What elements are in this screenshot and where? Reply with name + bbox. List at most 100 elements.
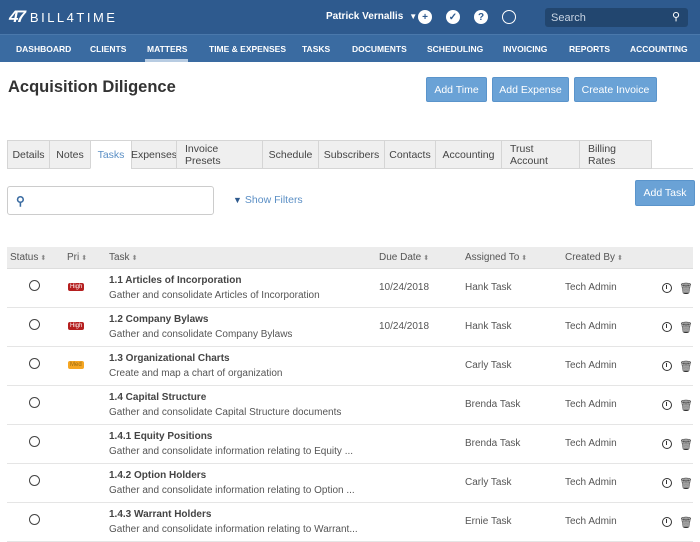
nav-invoicing[interactable]: INVOICING	[503, 44, 547, 54]
tab-billing-rates[interactable]: Billing Rates	[579, 140, 652, 169]
plus-circle-icon[interactable]: +	[418, 10, 432, 24]
user-name: Patrick Vernallis	[326, 11, 404, 22]
assigned-to: Ernie Task	[465, 516, 512, 527]
table-row[interactable]: 1.4 Capital Structure Gather and consolid…	[7, 386, 693, 425]
status-radio[interactable]	[29, 319, 40, 330]
tab-tasks[interactable]: Tasks	[90, 140, 131, 169]
trash-icon[interactable]: 🗑	[679, 516, 693, 529]
table-row[interactable]: Med 1.3 Organizational Charts Create and m…	[7, 347, 693, 386]
trash-icon[interactable]: 🗑	[679, 360, 693, 373]
task-title[interactable]: 1.1 Articles of Incorporation	[109, 275, 241, 286]
nav-scheduling[interactable]: SCHEDULING	[427, 44, 483, 54]
task-title[interactable]: 1.4.1 Equity Positions	[109, 431, 212, 442]
clock-icon[interactable]	[502, 10, 516, 24]
tab-accounting[interactable]: Accounting	[435, 140, 501, 169]
tab-trust-account[interactable]: Trust Account	[501, 140, 579, 169]
add-expense-button[interactable]: Add Expense	[492, 77, 569, 102]
log-time-icon[interactable]	[662, 283, 672, 293]
search-icon: ⚲	[16, 193, 25, 208]
tab-contacts[interactable]: Contacts	[384, 140, 435, 169]
status-radio[interactable]	[29, 280, 40, 291]
user-menu[interactable]: Patrick Vernallis ▼	[326, 11, 417, 22]
column-header-task[interactable]: Task ⬍	[109, 252, 137, 263]
nav-time-expenses[interactable]: TIME & EXPENSES	[209, 44, 286, 54]
column-header-assigned-to[interactable]: Assigned To ⬍	[465, 252, 527, 263]
log-time-icon[interactable]	[662, 517, 672, 527]
status-radio[interactable]	[29, 475, 40, 486]
task-title[interactable]: 1.2 Company Bylaws	[109, 314, 208, 325]
status-radio[interactable]	[29, 436, 40, 447]
assigned-to: Brenda Task	[465, 399, 521, 410]
add-task-button[interactable]: Add Task	[635, 180, 695, 206]
status-radio[interactable]	[29, 514, 40, 525]
help-circle-icon[interactable]: ?	[474, 10, 488, 24]
logo[interactable]: 47 BILL4TIME	[9, 7, 117, 27]
created-by: Tech Admin	[565, 477, 617, 488]
column-label: Pri	[67, 252, 80, 263]
nav-tasks[interactable]: TASKS	[302, 44, 330, 54]
table-row[interactable]: 1.4.3 Warrant Holders Gather and consolid…	[7, 503, 693, 542]
trash-icon[interactable]: 🗑	[679, 399, 693, 412]
task-description: Gather and consolidate information relat…	[109, 485, 355, 496]
global-search-input[interactable]	[551, 11, 661, 24]
task-search-input[interactable]	[30, 194, 201, 207]
created-by: Tech Admin	[565, 399, 617, 410]
tab-invoice-presets[interactable]: Invoice Presets	[176, 140, 262, 169]
nav-matters[interactable]: MATTERS	[147, 44, 187, 54]
sort-icon: ⬍	[617, 255, 623, 262]
status-radio[interactable]	[29, 358, 40, 369]
assigned-to: Carly Task	[465, 360, 512, 371]
table-row[interactable]: 1.4.2 Option Holders Gather and consolida…	[7, 464, 693, 503]
status-radio[interactable]	[29, 397, 40, 408]
trash-icon[interactable]: 🗑	[679, 477, 693, 490]
nav-dashboard[interactable]: DASHBOARD	[16, 44, 71, 54]
task-title[interactable]: 1.3 Organizational Charts	[109, 353, 230, 364]
log-time-icon[interactable]	[662, 361, 672, 371]
nav-documents[interactable]: DOCUMENTS	[352, 44, 407, 54]
column-header-created-by[interactable]: Created By ⬍	[565, 252, 623, 263]
tab-details[interactable]: Details	[7, 140, 49, 169]
priority-badge: High	[68, 322, 85, 330]
sort-icon: ⬍	[81, 255, 88, 262]
filter-icon: ▼	[233, 195, 242, 205]
task-title[interactable]: 1.4.3 Warrant Holders	[109, 509, 211, 520]
show-filters-link[interactable]: ▼ Show Filters	[233, 194, 303, 206]
column-header-due-date[interactable]: Due Date ⬍	[379, 252, 429, 263]
tab-expenses[interactable]: Expenses	[131, 140, 177, 169]
trash-icon[interactable]: 🗑	[679, 282, 693, 295]
tab-schedule[interactable]: Schedule	[262, 140, 318, 169]
column-label: Status	[10, 252, 39, 263]
nav-clients[interactable]: CLIENTS	[90, 44, 126, 54]
check-circle-icon[interactable]: ✓	[446, 10, 460, 24]
table-row[interactable]: 1.4.1 Equity Positions Gather and consoli…	[7, 425, 693, 464]
nav-reports[interactable]: REPORTS	[569, 44, 610, 54]
main-nav: DASHBOARD CLIENTS MATTERS TIME & EXPENSE…	[0, 34, 700, 62]
search-icon[interactable]: ⚲	[672, 10, 680, 23]
tab-notes[interactable]: Notes	[49, 140, 90, 169]
assigned-to: Hank Task	[465, 321, 512, 332]
log-time-icon[interactable]	[662, 478, 672, 488]
task-title[interactable]: 1.4.2 Option Holders	[109, 470, 206, 481]
trash-icon[interactable]: 🗑	[679, 321, 693, 334]
column-header-priority[interactable]: Pri ⬍	[67, 252, 87, 263]
column-header-status[interactable]: Status ⬍	[10, 252, 46, 263]
tab-subscribers[interactable]: Subscribers	[318, 140, 384, 169]
nav-accounting[interactable]: ACCOUNTING	[630, 44, 688, 54]
task-description: Gather and consolidate information relat…	[109, 524, 358, 535]
show-filters-label: Show Filters	[244, 194, 303, 206]
global-search[interactable]: ⚲	[545, 8, 688, 27]
log-time-icon[interactable]	[662, 439, 672, 449]
task-search[interactable]: ⚲	[7, 186, 214, 215]
due-date: 10/24/2018	[379, 321, 430, 332]
task-title[interactable]: 1.4 Capital Structure	[109, 392, 206, 403]
log-time-icon[interactable]	[662, 322, 672, 332]
table-row[interactable]: High 1.1 Articles of Incorporation Gather …	[7, 269, 693, 308]
task-description: Gather and consolidate Capital Structure…	[109, 407, 342, 418]
log-time-icon[interactable]	[662, 400, 672, 410]
create-invoice-button[interactable]: Create Invoice	[574, 77, 657, 102]
assigned-to: Hank Task	[465, 282, 512, 293]
trash-icon[interactable]: 🗑	[679, 438, 693, 451]
add-time-button[interactable]: Add Time	[426, 77, 487, 102]
assigned-to: Carly Task	[465, 477, 512, 488]
table-row[interactable]: High 1.2 Company Bylaws Gather and consoli…	[7, 308, 693, 347]
